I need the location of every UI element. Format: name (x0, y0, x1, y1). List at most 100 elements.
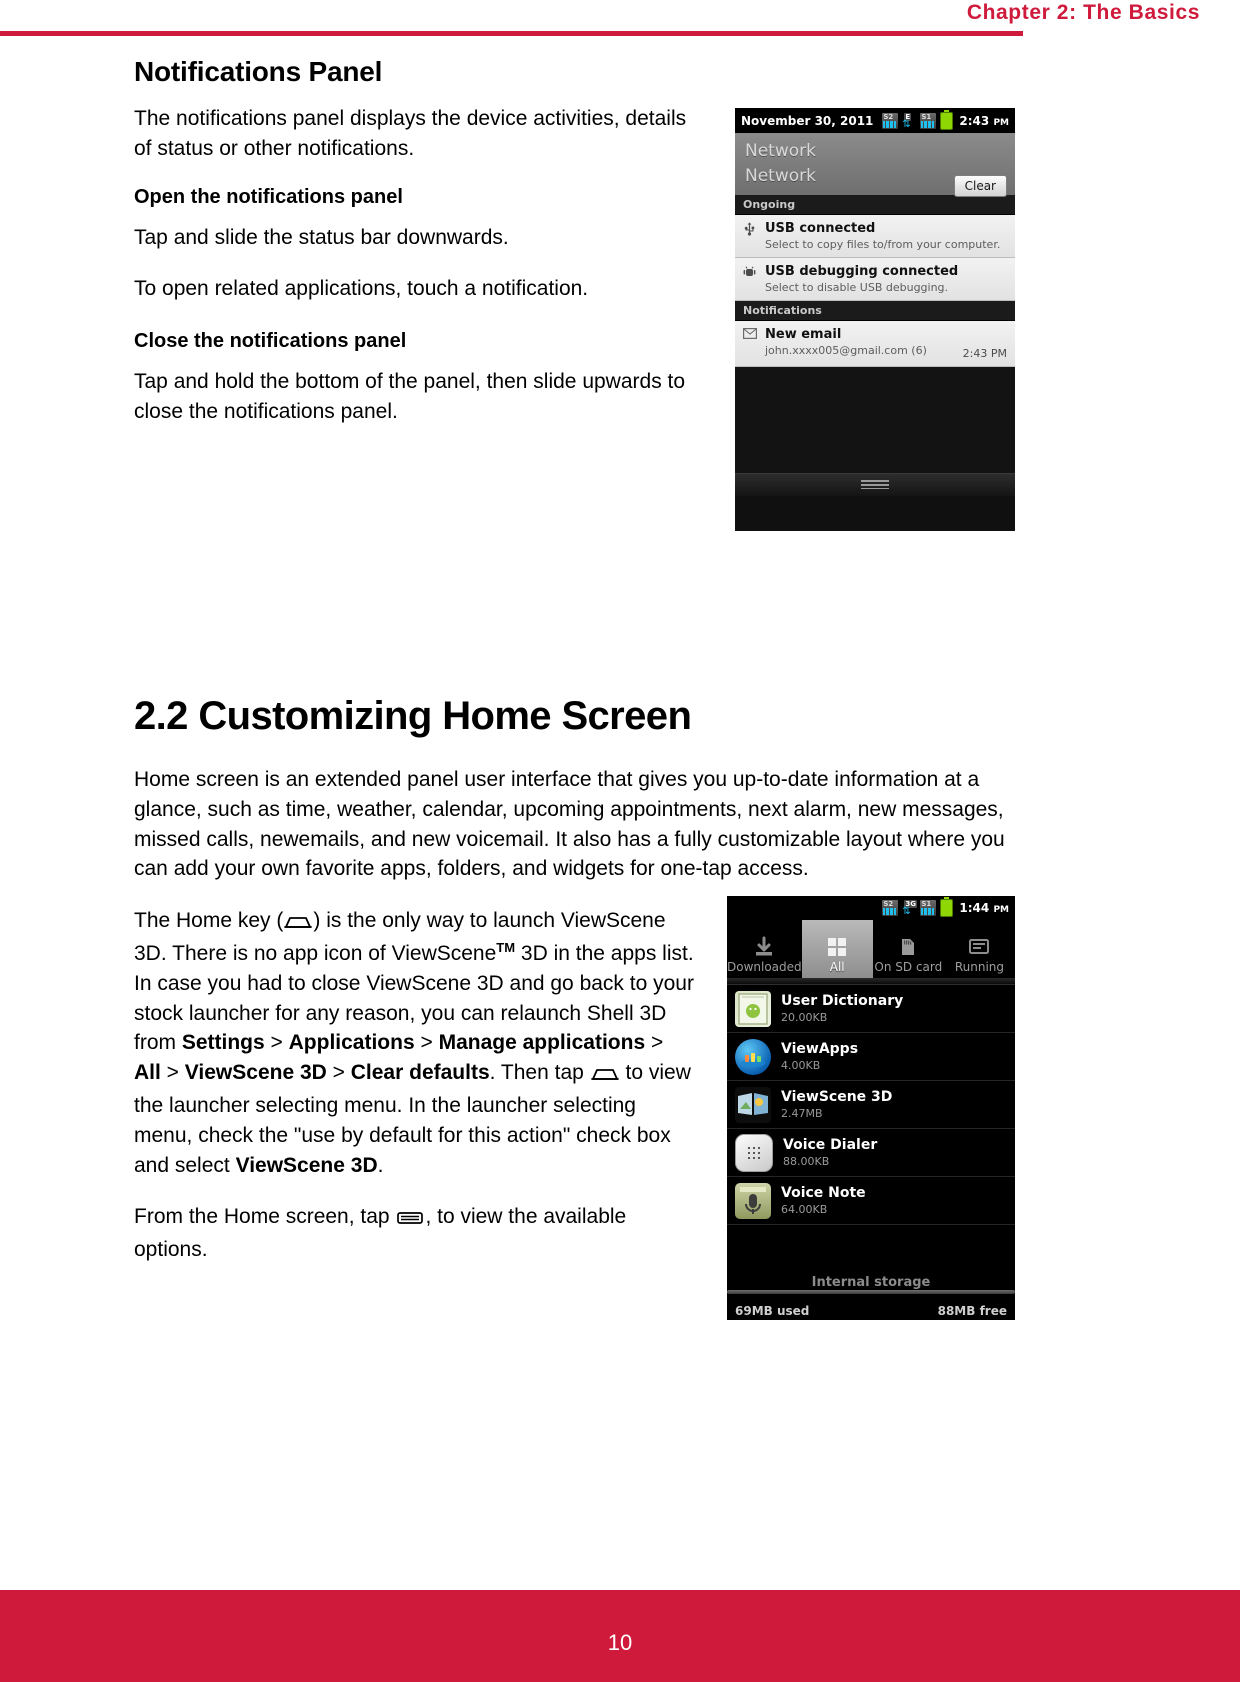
status-bar-time-value: 1:44 (959, 901, 990, 915)
open-panel-line-1: Tap and slide the status bar downwards. (134, 225, 509, 249)
status-bar-time: 1:44 PM (959, 901, 1009, 915)
signal-2-label: S1 (921, 112, 932, 121)
screenshot-notifications-panel: November 30, 2011 S2 E ⇅ S1 2:43 PM Netw… (735, 108, 1015, 531)
page-footer: 10 (0, 1590, 1240, 1682)
bold-all: All (134, 1061, 161, 1085)
page-header: Chapter 2: The Basics (0, 0, 1240, 40)
app-row-viewscene-3d[interactable]: ViewScene 3D 2.47MB (727, 1081, 1015, 1129)
sdcard-icon (897, 934, 919, 960)
p2-text-d: . Then tap (489, 1061, 590, 1085)
app-size: 64.00KB (781, 1203, 828, 1217)
tab-downloaded[interactable]: Downloaded (727, 920, 802, 978)
menu-key-icon (395, 1205, 425, 1235)
signal-1-label: S2 (883, 112, 894, 121)
notification-row-new-email[interactable]: New email john.xxxx005@gmail.com (6) 2:4… (735, 321, 1015, 367)
battery-icon (940, 897, 954, 917)
user-dictionary-icon (735, 990, 771, 1027)
trademark-superscript: TM (496, 939, 516, 955)
sep-4: > (160, 1061, 185, 1085)
signal-strength-icon-1: S2 (882, 900, 899, 916)
app-row-voice-dialer[interactable]: Voice Dialer 88.00KB (727, 1129, 1015, 1177)
signal-strength-icon-2: S1 (920, 900, 937, 916)
status-bar-apps: S2 3G ⇅ S1 1:44 PM (727, 896, 1015, 920)
app-row-user-dictionary[interactable]: User Dictionary 20.00KB (727, 985, 1015, 1033)
mail-icon (742, 328, 757, 343)
status-bar-time: 2:43 PM (959, 114, 1009, 128)
storage-footer: 69MB used 88MB free (727, 1304, 1015, 1318)
storage-progress-bar (727, 1290, 1015, 1294)
notification-panel-empty-area (735, 367, 1015, 473)
voice-dialer-icon (735, 1133, 773, 1172)
p3-text-a: From the Home screen, tap (134, 1205, 396, 1229)
status-bar-time-value: 2:43 (959, 113, 990, 128)
tabs-divider (727, 978, 1015, 985)
sep-1: > (264, 1031, 289, 1055)
app-size: 2.47MB (781, 1107, 823, 1121)
notification-subtitle: Select to disable USB debugging. (765, 281, 949, 294)
status-bar-icons: S2 E ⇅ S1 (882, 109, 954, 130)
section-header-notifications: Notifications (735, 301, 1015, 321)
customizing-home-paragraph-1: Home screen is an extended panel user in… (134, 767, 1005, 881)
app-name: Voice Note (781, 1184, 866, 1201)
carrier-header: Network Network Clear (735, 133, 1015, 198)
app-row-viewapps[interactable]: ViewApps 4.00KB (727, 1033, 1015, 1081)
app-size: 88.00KB (783, 1155, 830, 1169)
bold-manage-applications: Manage applications (438, 1031, 646, 1055)
section-title-notifications-panel: Notifications Panel (134, 56, 383, 87)
p2-text-f: . (377, 1153, 384, 1177)
battery-icon (940, 109, 954, 130)
bold-clear-defaults: Clear defaults (350, 1061, 490, 1085)
notifications-panel-intro: The notifications panel displays the dev… (134, 107, 687, 160)
status-bar-time-meridiem: PM (993, 905, 1009, 915)
app-size: 20.00KB (781, 1011, 828, 1025)
panel-drag-handle[interactable] (735, 473, 1015, 496)
status-bar: November 30, 2011 S2 E ⇅ S1 2:43 PM (735, 108, 1015, 133)
customizing-home-paragraph-3: From the Home screen, tap , to view the … (134, 1202, 694, 1265)
bold-viewscene-3d-2: ViewScene 3D (235, 1153, 378, 1177)
bold-viewscene-3d-1: ViewScene 3D (184, 1061, 327, 1085)
carrier-name-line-1: Network (745, 141, 816, 161)
notification-row-usb-connected[interactable]: USB connected Select to copy files to/fr… (735, 215, 1015, 258)
app-text: Voice Dialer 88.00KB (783, 1137, 877, 1168)
grid-icon (826, 934, 848, 960)
section-header-ongoing: Ongoing (735, 195, 1015, 215)
screenshot-manage-applications: S2 3G ⇅ S1 1:44 PM Downloaded All On SD … (727, 896, 1015, 1320)
tab-label: All (829, 960, 845, 974)
tab-running[interactable]: Running (944, 920, 1015, 978)
sep-5: > (326, 1061, 351, 1085)
sep-3: > (645, 1031, 664, 1055)
p2-text-a: The Home key ( (134, 909, 284, 933)
app-size: 4.00KB (781, 1059, 821, 1073)
tab-on-sd-card[interactable]: On SD card (873, 920, 944, 978)
tab-all[interactable]: All (801, 920, 873, 978)
app-name: ViewApps (781, 1040, 859, 1057)
app-row-voice-note[interactable]: Voice Note 64.00KB (727, 1177, 1015, 1225)
data-arrows-glyph: ⇅ (902, 118, 911, 130)
home-key-icon-2 (590, 1061, 620, 1091)
storage-label: Internal storage (811, 1275, 931, 1290)
notification-row-usb-debugging[interactable]: USB debugging connected Select to disabl… (735, 258, 1015, 301)
download-icon (753, 934, 775, 960)
clear-notifications-button[interactable]: Clear (953, 175, 1007, 198)
storage-free: 88MB free (937, 1304, 1007, 1318)
header-rule-left (0, 31, 133, 36)
header-rule (133, 31, 1023, 36)
app-text: User Dictionary 20.00KB (781, 993, 903, 1024)
signal-2-label: S1 (921, 900, 932, 908)
chapter-title: Chapter 2: The Basics (966, 1, 1200, 24)
app-filter-tabs: Downloaded All On SD card Running (727, 920, 1015, 978)
section-title-customizing-home-screen: 2.2 Customizing Home Screen (134, 693, 692, 738)
applications-list: User Dictionary 20.00KB ViewApps 4.00KB (727, 985, 1015, 1225)
notification-timestamp: 2:43 PM (962, 347, 1007, 360)
notification-title: USB debugging connected (765, 264, 959, 279)
home-key-icon (283, 909, 313, 939)
android-bug-icon (742, 265, 757, 280)
tab-label: Running (954, 960, 1005, 974)
status-bar-icons-apps: S2 3G ⇅ S1 (882, 897, 954, 917)
notification-title: New email (765, 327, 842, 342)
viewapps-icon (735, 1038, 771, 1075)
close-panel-text: Tap and hold the bottom of the panel, th… (134, 370, 686, 424)
status-bar-date: November 30, 2011 (741, 113, 874, 128)
bold-settings: Settings (181, 1031, 265, 1055)
app-name: ViewScene 3D (781, 1088, 893, 1105)
